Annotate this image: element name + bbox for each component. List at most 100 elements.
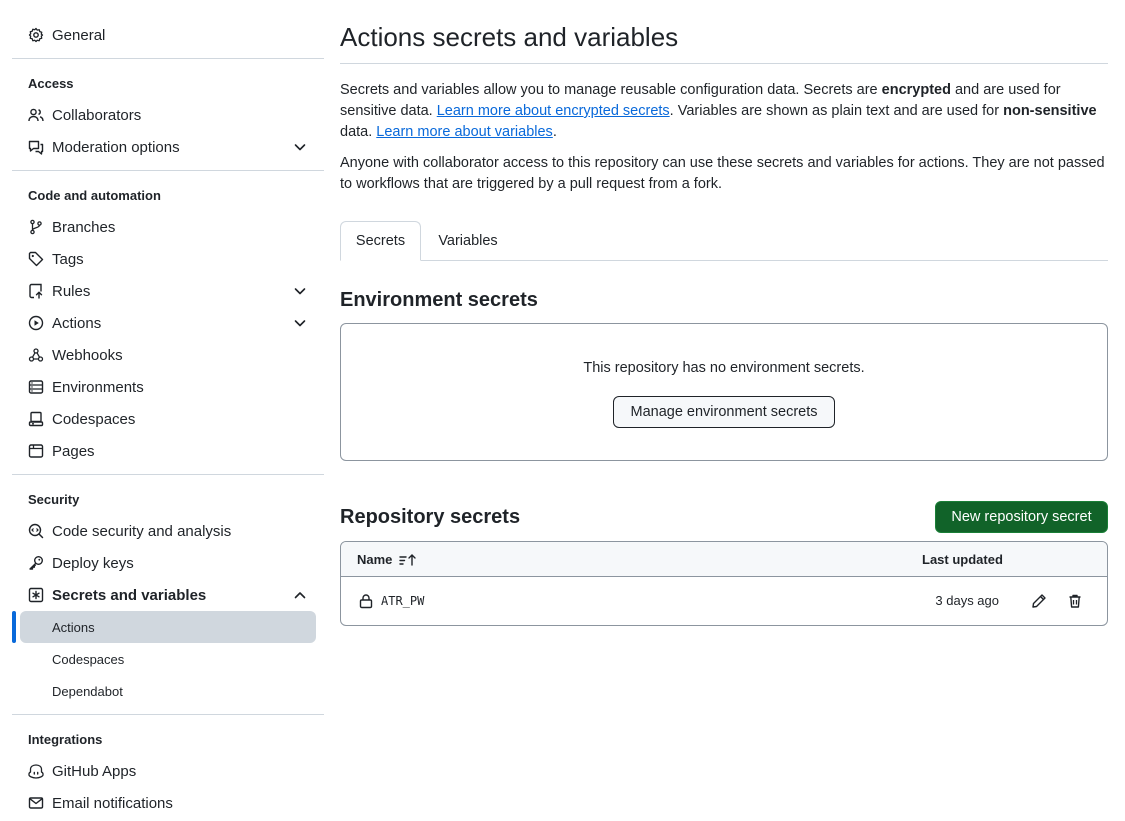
tag-icon bbox=[28, 251, 44, 267]
intro-emphasis: encrypted bbox=[881, 82, 951, 98]
webhook-icon bbox=[28, 347, 44, 363]
learn-variables-link[interactable]: Learn more about variables bbox=[376, 124, 553, 140]
sidebar-item-label: Webhooks bbox=[52, 346, 123, 364]
tab-secrets[interactable]: Secrets bbox=[340, 221, 421, 261]
asterisk-icon bbox=[28, 587, 44, 603]
codespaces-icon bbox=[28, 411, 44, 427]
environment-secrets-blankslate: This repository has no environment secre… bbox=[340, 323, 1108, 461]
people-icon bbox=[28, 107, 44, 123]
sidebar-item-branches[interactable]: Branches bbox=[20, 211, 316, 243]
intro-text: data. bbox=[340, 124, 377, 140]
intro-text: Secrets and variables allow you to manag… bbox=[340, 82, 882, 98]
sidebar-item-label: Rules bbox=[52, 282, 91, 300]
play-icon bbox=[28, 315, 44, 331]
table-row: ATR_PW 3 days ago bbox=[341, 577, 1107, 625]
server-icon bbox=[28, 379, 44, 395]
sidebar-divider bbox=[12, 170, 324, 171]
repository-secrets-table: Name Last updated ATR_PW 3 days ago bbox=[340, 541, 1108, 626]
intro-text: . Variables are shown as plain text and … bbox=[669, 103, 1004, 119]
empty-state-text: This repository has no environment secre… bbox=[583, 360, 865, 376]
sidebar-heading-code-automation: Code and automation bbox=[28, 188, 161, 203]
sidebar-heading-access: Access bbox=[28, 76, 74, 91]
delete-secret-button[interactable] bbox=[1061, 587, 1089, 615]
sidebar-item-label: Deploy keys bbox=[52, 554, 134, 572]
secret-name: ATR_PW bbox=[381, 594, 425, 608]
intro-text: . bbox=[552, 124, 557, 140]
report-icon bbox=[28, 139, 44, 155]
sidebar-subitem-dependabot[interactable]: Dependabot bbox=[20, 675, 316, 707]
column-header-name[interactable]: Name bbox=[357, 552, 392, 567]
sidebar-heading-integrations: Integrations bbox=[28, 732, 103, 747]
edit-secret-button[interactable] bbox=[1025, 587, 1053, 615]
sidebar-item-label: General bbox=[52, 26, 106, 44]
sidebar-item-label: GitHub Apps bbox=[52, 762, 137, 780]
access-note: Anyone with collaborator access to this … bbox=[340, 155, 1105, 192]
browser-icon bbox=[28, 443, 44, 459]
environment-secrets-heading: Environment secrets bbox=[340, 289, 538, 311]
sidebar-item-email-notifications[interactable]: Email notifications bbox=[20, 787, 316, 819]
sidebar-item-label: Tags bbox=[52, 250, 84, 268]
chevron-down-icon bbox=[292, 283, 308, 299]
sidebar-item-label: Email notifications bbox=[52, 794, 173, 812]
sidebar-item-secrets-variables[interactable]: Secrets and variables bbox=[20, 579, 316, 611]
sidebar-item-webhooks[interactable]: Webhooks bbox=[20, 339, 316, 371]
git-branch-icon bbox=[28, 219, 44, 235]
trash-icon bbox=[1067, 593, 1083, 609]
intro-emphasis: non-sensitive bbox=[1003, 103, 1097, 119]
sidebar-item-pages[interactable]: Pages bbox=[20, 435, 316, 467]
chevron-down-icon bbox=[292, 315, 308, 331]
column-header-last-updated: Last updated bbox=[922, 552, 1003, 567]
learn-secrets-link[interactable]: Learn more about encrypted secrets bbox=[437, 103, 670, 119]
sidebar-heading-security: Security bbox=[28, 492, 80, 507]
lock-icon bbox=[359, 593, 373, 609]
chevron-down-icon bbox=[292, 139, 308, 155]
secret-last-updated: 3 days ago bbox=[935, 593, 999, 608]
title-divider bbox=[340, 63, 1108, 64]
sidebar-item-label: Collaborators bbox=[52, 106, 142, 124]
pencil-icon bbox=[1031, 593, 1047, 609]
page-title: Actions secrets and variables bbox=[340, 22, 679, 52]
sidebar-item-github-apps[interactable]: GitHub Apps bbox=[20, 755, 316, 787]
repo-push-icon bbox=[28, 283, 44, 299]
sidebar-item-tags[interactable]: Tags bbox=[20, 243, 316, 275]
sidebar-item-codespaces[interactable]: Codespaces bbox=[20, 403, 316, 435]
new-repository-secret-button[interactable]: New repository secret bbox=[935, 501, 1108, 533]
gear-icon bbox=[28, 27, 44, 43]
sidebar-item-label: Branches bbox=[52, 218, 116, 236]
active-indicator bbox=[12, 611, 16, 643]
sidebar-item-label: Dependabot bbox=[52, 683, 123, 699]
manage-environment-secrets-button[interactable]: Manage environment secrets bbox=[613, 396, 835, 428]
codescan-icon bbox=[28, 523, 44, 539]
copilot-icon bbox=[28, 763, 44, 779]
mail-icon bbox=[28, 795, 44, 811]
sidebar-item-environments[interactable]: Environments bbox=[20, 371, 316, 403]
sidebar-item-label: Codespaces bbox=[52, 410, 136, 428]
sort-ascending-icon[interactable] bbox=[399, 552, 417, 568]
sidebar-item-actions[interactable]: Actions bbox=[20, 307, 316, 339]
sidebar-item-moderation[interactable]: Moderation options bbox=[20, 131, 316, 163]
sidebar-item-label: Codespaces bbox=[52, 651, 125, 667]
sidebar-item-general[interactable]: General bbox=[20, 19, 316, 51]
sidebar-divider bbox=[12, 474, 324, 475]
sidebar-item-rules[interactable]: Rules bbox=[20, 275, 316, 307]
tab-variables[interactable]: Variables bbox=[422, 221, 514, 261]
sidebar-divider bbox=[12, 58, 324, 59]
sidebar-subitem-codespaces[interactable]: Codespaces bbox=[20, 643, 316, 675]
sidebar-item-label: Actions bbox=[52, 314, 102, 332]
intro-paragraph: Secrets and variables allow you to manag… bbox=[340, 80, 1108, 143]
sidebar-item-deploy-keys[interactable]: Deploy keys bbox=[20, 547, 316, 579]
chevron-up-icon bbox=[292, 587, 308, 603]
tab-bar: Secrets Variables bbox=[340, 221, 1108, 261]
sidebar-item-label: Actions bbox=[52, 619, 95, 635]
table-header: Name Last updated bbox=[341, 542, 1107, 577]
repository-secrets-heading: Repository secrets bbox=[340, 506, 521, 528]
sidebar-item-label: Code security and analysis bbox=[52, 522, 232, 540]
sidebar-subitem-actions[interactable]: Actions bbox=[20, 611, 316, 643]
sidebar-item-collaborators[interactable]: Collaborators bbox=[20, 99, 316, 131]
sidebar-item-label: Environments bbox=[52, 378, 144, 396]
sidebar-item-code-security[interactable]: Code security and analysis bbox=[20, 515, 316, 547]
sidebar-item-label: Pages bbox=[52, 442, 95, 460]
sidebar-divider bbox=[12, 714, 324, 715]
sidebar-item-label: Moderation options bbox=[52, 138, 180, 156]
sidebar-item-label: Secrets and variables bbox=[52, 586, 207, 604]
